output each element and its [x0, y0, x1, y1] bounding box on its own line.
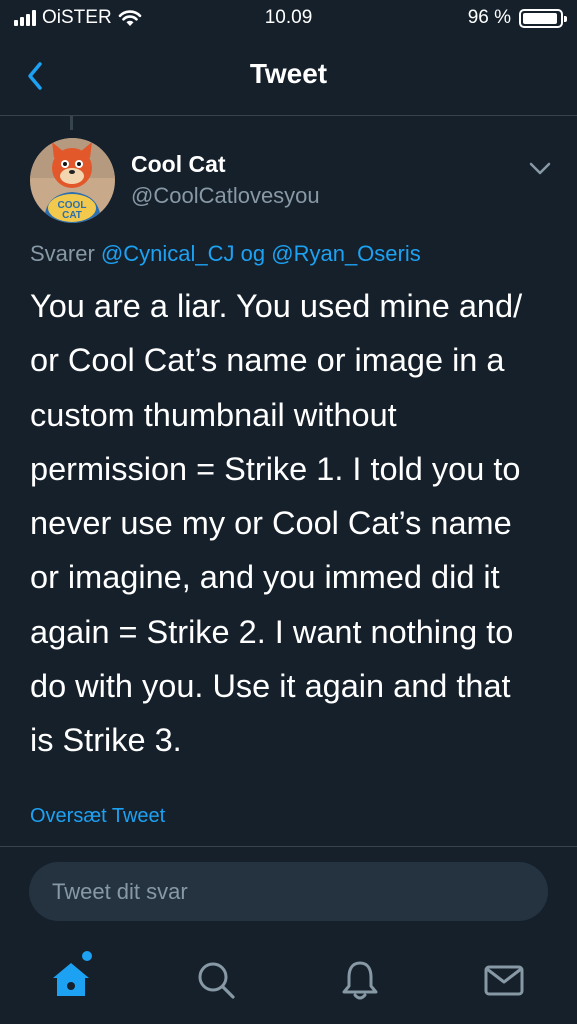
- reply-conjunction[interactable]: og: [241, 241, 265, 266]
- chevron-down-icon[interactable]: [526, 156, 554, 180]
- reply-context: Svarer @Cynical_CJ og @Ryan_Oseris: [30, 241, 421, 267]
- notifications-icon[interactable]: [338, 958, 382, 1002]
- home-icon[interactable]: [49, 958, 93, 1002]
- tweet-text: You are a liar. You used mine and/ or Co…: [30, 288, 523, 759]
- nav-bar: Tweet: [0, 38, 577, 116]
- thread-connector: [70, 116, 73, 130]
- messages-icon[interactable]: [482, 958, 526, 1002]
- search-icon[interactable]: [194, 958, 238, 1002]
- reply-prefix: Svarer: [30, 241, 95, 266]
- svg-text:CAT: CAT: [62, 210, 82, 221]
- avatar[interactable]: COOL CAT: [30, 138, 115, 223]
- cool-cat-avatar-image: COOL CAT: [30, 138, 115, 223]
- divider: [0, 846, 577, 847]
- reply-input[interactable]: [29, 862, 548, 921]
- reply-mention-cynical-cj[interactable]: @Cynical_CJ: [101, 241, 235, 266]
- translate-tweet-link[interactable]: Oversæt Tweet: [30, 805, 165, 828]
- author-handle[interactable]: @CoolCatlovesyou: [131, 183, 320, 209]
- battery-icon: [519, 8, 567, 28]
- battery-percent: 96 %: [467, 7, 511, 28]
- status-bar: OiSTER 10.09 96 %: [0, 0, 577, 38]
- status-right: 96 %: [467, 7, 567, 29]
- reply-mention-ryan-oseris[interactable]: @Ryan_Oseris: [271, 241, 421, 266]
- author-name[interactable]: Cool Cat: [131, 151, 226, 178]
- page-title: Tweet: [249, 58, 328, 89]
